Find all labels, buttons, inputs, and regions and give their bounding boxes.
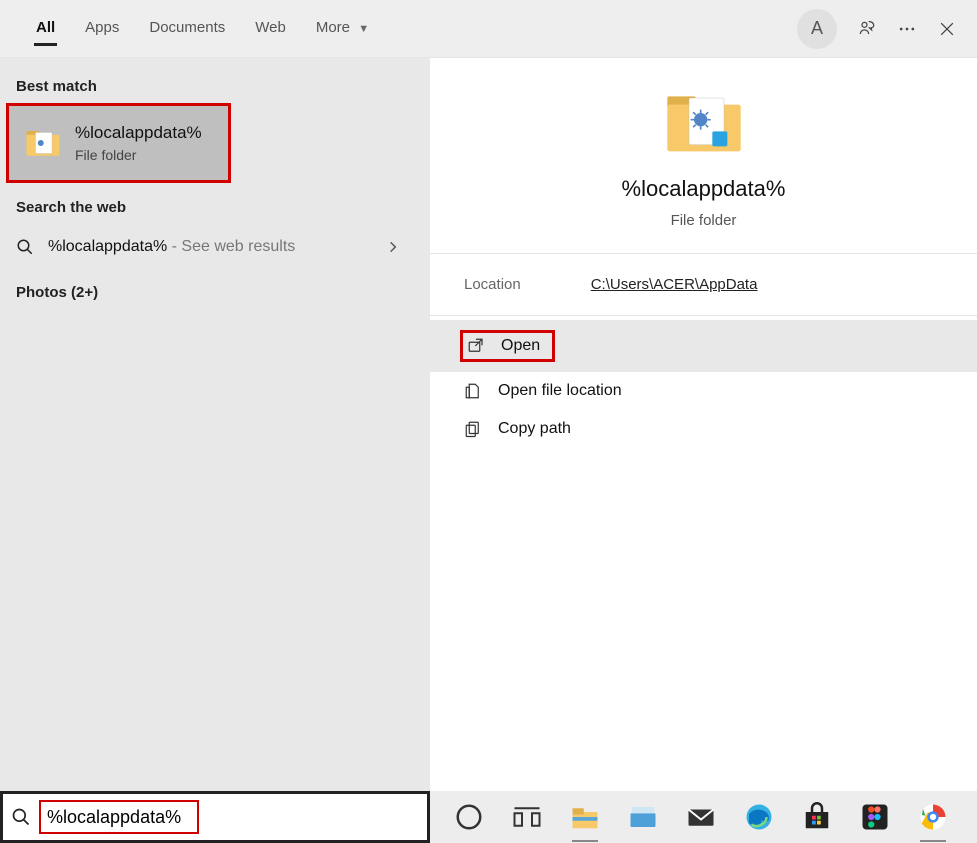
details-subtitle: File folder [671,212,737,229]
open-icon [467,337,485,355]
avatar-initial: A [811,18,823,39]
action-open-file-location-label: Open file location [498,382,622,400]
best-match-text: %localappdata% File folder [75,123,202,163]
best-match-header: Best match [0,68,430,103]
bottom-bar [0,791,977,843]
user-avatar[interactable]: A [797,9,837,49]
tab-web[interactable]: Web [243,7,298,50]
location-label: Location [464,276,521,293]
tab-more-label: More [316,19,350,36]
tab-apps[interactable]: Apps [73,7,131,50]
photos-section-header[interactable]: Photos (2+) [0,270,430,315]
best-match-result[interactable]: %localappdata% File folder [6,103,231,183]
search-icon [11,807,31,827]
search-web-header: Search the web [0,189,430,224]
search-scope-tabs: All Apps Documents Web More ▼ [24,7,797,50]
feedback-icon[interactable] [857,19,877,39]
web-result-query: %localappdata% [48,238,167,255]
taskbar-edge-icon[interactable] [744,802,774,832]
close-icon[interactable] [937,19,957,39]
action-open-file-location[interactable]: Open file location [430,372,977,410]
search-box-container[interactable] [0,791,430,843]
chevron-right-icon [386,240,400,254]
taskbar-chrome-icon[interactable] [918,802,948,832]
search-web-result[interactable]: %localappdata% - See web results [0,224,430,270]
action-copy-path-label: Copy path [498,420,571,438]
taskbar-mail-icon[interactable] [686,802,716,832]
search-results-main: Best match %localappdata% File folder Se… [0,58,977,791]
search-icon [16,238,34,256]
details-actions: Open Open file location Copy path [430,316,977,448]
folder-icon [25,128,61,158]
more-options-icon[interactable] [897,19,917,39]
copy-path-icon [464,420,482,438]
search-header: All Apps Documents Web More ▼ A [0,0,977,58]
results-left-pane: Best match %localappdata% File folder Se… [0,58,430,791]
details-title: %localappdata% [622,176,786,202]
details-pane: %localappdata% File folder Location C:\U… [430,58,977,791]
taskbar-store-icon[interactable] [802,802,832,832]
header-right-controls: A [797,9,957,49]
taskbar [430,791,977,843]
tab-more[interactable]: More ▼ [304,7,381,50]
action-open-label: Open [501,337,540,355]
best-match-subtitle: File folder [75,147,202,163]
taskbar-keyboard-icon[interactable] [628,802,658,832]
tab-all[interactable]: All [24,7,67,50]
search-input[interactable] [39,800,199,834]
action-open-highlight: Open [460,330,555,362]
details-header: %localappdata% File folder [430,58,977,254]
open-file-location-icon [464,382,482,400]
web-result-suffix: - See web results [167,238,295,255]
location-path[interactable]: C:\Users\ACER\AppData [591,276,758,293]
search-web-left: %localappdata% - See web results [16,238,295,256]
chevron-down-icon: ▼ [358,23,369,35]
web-result-text: %localappdata% - See web results [48,238,295,256]
folder-icon [664,88,744,158]
action-copy-path[interactable]: Copy path [430,410,977,448]
details-location-row: Location C:\Users\ACER\AppData [430,254,977,316]
taskbar-task-view-icon[interactable] [512,802,542,832]
taskbar-cortana-icon[interactable] [454,802,484,832]
action-open[interactable]: Open [430,320,977,372]
best-match-title: %localappdata% [75,123,202,143]
taskbar-figma-icon[interactable] [860,802,890,832]
tab-documents[interactable]: Documents [137,7,237,50]
taskbar-file-explorer-icon[interactable] [570,802,600,832]
